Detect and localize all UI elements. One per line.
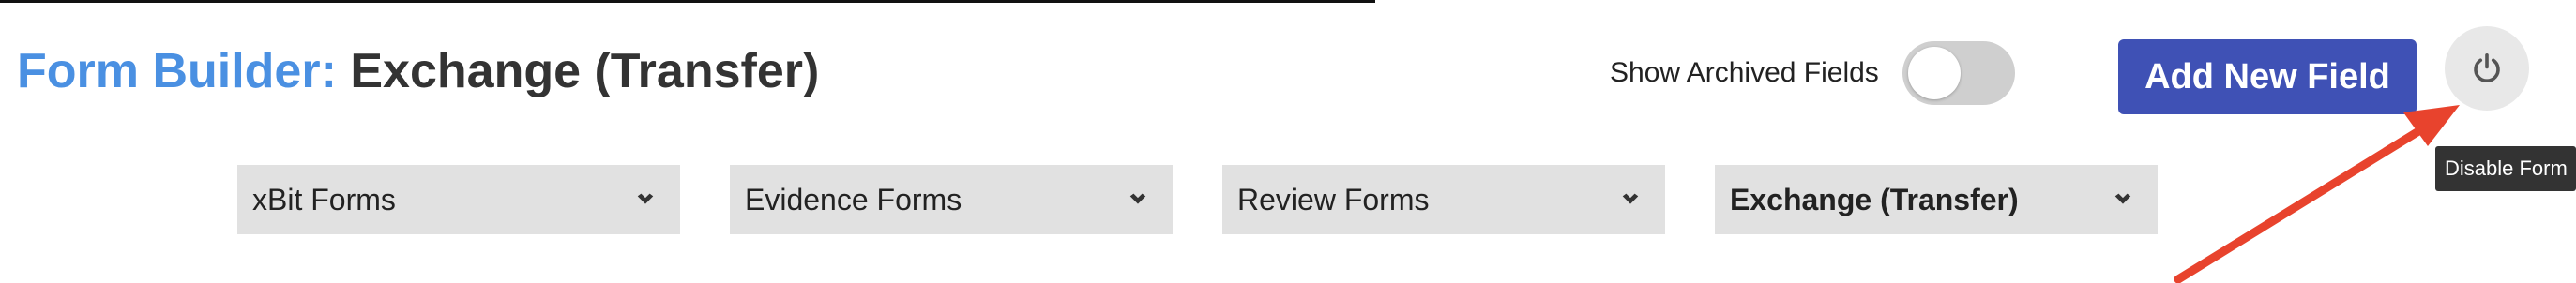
review-forms-select[interactable]: Review Forms (1222, 165, 1665, 234)
add-new-field-button[interactable]: Add New Field (2118, 39, 2417, 114)
top-border (0, 0, 1375, 3)
page-title-prefix: Form Builder: (17, 44, 337, 98)
power-icon (2474, 52, 2500, 83)
select-label: Review Forms (1237, 182, 1430, 216)
page-title-form-name: Exchange (Transfer) (350, 44, 820, 98)
show-archived-label: Show Archived Fields (1610, 57, 1879, 88)
chevron-down-icon (2114, 193, 2131, 204)
select-label: Exchange (Transfer) (1730, 182, 2019, 216)
chevron-down-icon (1622, 193, 1639, 204)
chevron-down-icon (637, 193, 654, 204)
select-label: Evidence Forms (745, 182, 962, 216)
evidence-forms-select[interactable]: Evidence Forms (730, 165, 1173, 234)
xbit-forms-select[interactable]: xBit Forms (237, 165, 680, 234)
disable-form-tooltip: Disable Form (2435, 146, 2576, 191)
disable-form-button[interactable] (2445, 26, 2529, 111)
toggle-knob (1908, 47, 1961, 99)
chevron-down-icon (1129, 193, 1146, 204)
exchange-transfer-select[interactable]: Exchange (Transfer) (1715, 165, 2158, 234)
page-title: Form Builder: Exchange (Transfer) (17, 41, 819, 101)
show-archived-toggle[interactable] (1902, 41, 2015, 105)
select-label: xBit Forms (252, 182, 396, 216)
